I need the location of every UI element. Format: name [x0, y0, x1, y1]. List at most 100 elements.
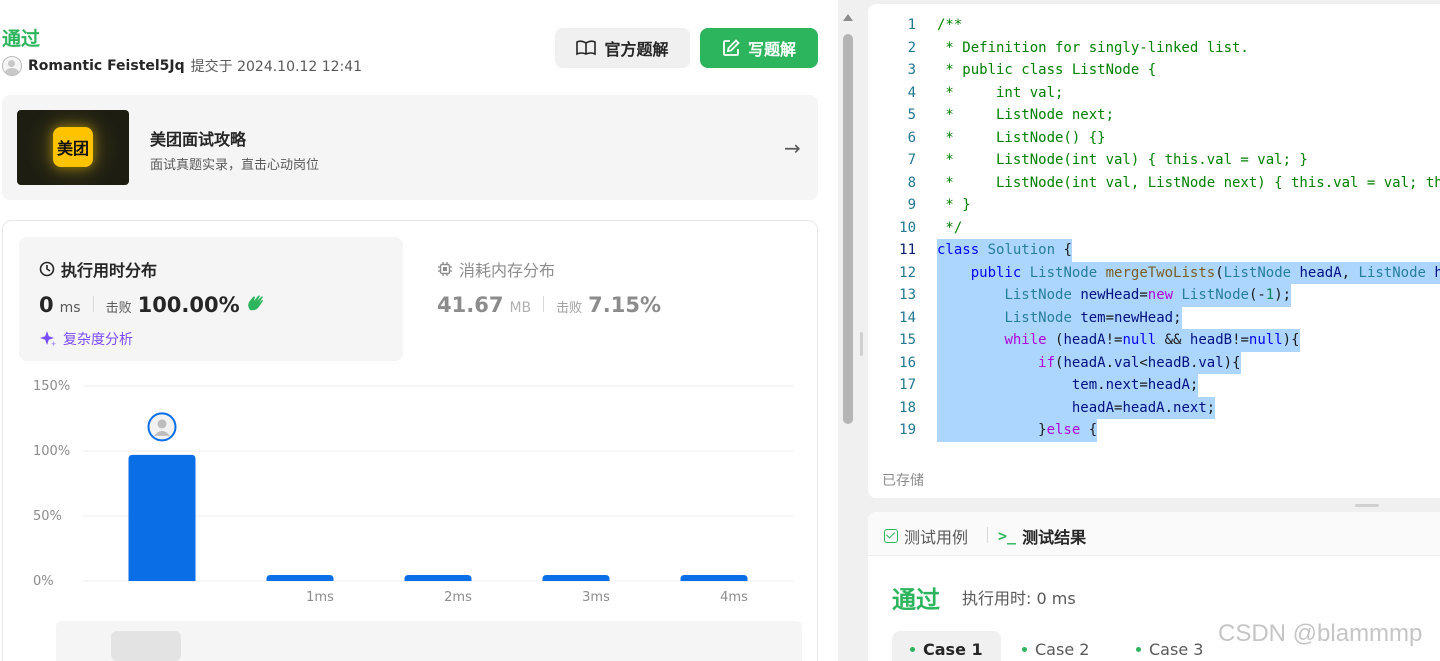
tab-divider	[987, 527, 988, 543]
code-text: }else {	[937, 419, 1098, 442]
code-line[interactable]: 1 /**	[868, 14, 1440, 37]
code-line[interactable]: 16 if(headA.val<headB.val){	[868, 351, 1440, 374]
code-line[interactable]: 18 headA=headA.next;	[868, 396, 1440, 419]
case-tab-1[interactable]: Case 1	[892, 631, 1001, 661]
submission-status: 通过	[2, 28, 41, 50]
scroll-up-arrow-icon[interactable]	[843, 14, 853, 21]
terminal-icon: >_	[998, 527, 1017, 545]
code-line[interactable]: 3 * public class ListNode {	[868, 59, 1440, 82]
divider	[543, 296, 545, 312]
submitter-info: Romantic Feistel5Jq 提交于 2024.10.12 12:41	[2, 56, 362, 76]
user-avatar[interactable]	[2, 56, 22, 76]
submission-panel: 通过 Romantic Feistel5Jq 提交于 2024.10.12 12…	[0, 0, 838, 661]
runtime-distribution-chart: 0% 50% 100% 150% 1ms 2ms 3ms 4ms	[23, 371, 803, 611]
bar	[542, 575, 610, 581]
line-number: 6	[907, 129, 916, 146]
line-number: 1	[907, 17, 916, 33]
checkbox-icon	[884, 529, 898, 543]
tab-test-results[interactable]: >_ 测试结果	[998, 524, 1086, 548]
code-editor[interactable]: 1 /** 2 * Definition for singly-linked lis…	[868, 14, 1440, 444]
performance-card: 执行用时分布 0 ms 击败 100.00% 复杂度分析 消耗内存分布 41.6…	[2, 220, 818, 661]
code-text: * ListNode next;	[937, 107, 1115, 123]
pass-dot-icon	[1022, 646, 1027, 652]
chip-icon	[438, 262, 452, 276]
runtime-title: 执行用时分布	[39, 257, 157, 281]
user-name[interactable]: Romantic Feistel5Jq	[28, 58, 185, 74]
code-line[interactable]: 13 ListNode newHead=new ListNode(-1);	[868, 284, 1440, 307]
case-tab-label: Case 2	[1035, 639, 1090, 659]
memory-title[interactable]: 消耗内存分布	[437, 257, 555, 281]
chart-svg: 0% 50% 100% 150% 1ms 2ms 3ms 4ms	[33, 379, 793, 605]
left-scrollbar[interactable]	[840, 0, 856, 661]
write-solution-button[interactable]: 写题解	[700, 28, 818, 68]
x-tick-label: 4ms	[720, 590, 748, 605]
line-number: 18	[899, 399, 916, 416]
line-number: 11	[899, 242, 916, 258]
code-text: * ListNode() {}	[937, 129, 1106, 146]
code-line[interactable]: 12 public ListNode mergeTwoLists(ListNod…	[868, 261, 1440, 284]
code-text: * int val;	[937, 84, 1064, 101]
code-line[interactable]: 7 * ListNode(int val) { this.val = val; …	[868, 149, 1440, 172]
code-line[interactable]: 4 * int val;	[868, 82, 1440, 105]
memory-value: 41.67	[437, 293, 504, 317]
book-icon	[576, 40, 597, 56]
runtime-values: 0 ms 击败 100.00%	[39, 293, 266, 317]
official-solution-label: 官方题解	[604, 40, 669, 59]
watermark: CSDN @blammmp	[1218, 620, 1423, 647]
code-line[interactable]: 19 }else {	[868, 419, 1440, 442]
line-number: 8	[907, 174, 916, 191]
code-line[interactable]: 10 */	[868, 217, 1440, 240]
code-text: tem.next=headA;	[937, 374, 1199, 397]
scroll-thumb[interactable]	[843, 34, 853, 424]
line-number: 12	[899, 264, 916, 281]
case-tab-label: Case 1	[923, 639, 983, 659]
placeholder-block	[111, 631, 181, 661]
promo-banner[interactable]: 美团 美团面试攻略 面试真题实录，直击心动岗位 →	[2, 95, 818, 200]
runtime-beat-value: 100.00%	[137, 293, 240, 317]
complexity-analysis-link[interactable]: 复杂度分析	[39, 329, 133, 349]
memory-values: 41.67 MB 击败 7.15%	[437, 293, 661, 317]
code-line[interactable]: 6 * ListNode() {}	[868, 127, 1440, 150]
code-line[interactable]: 14 ListNode tem=newHead;	[868, 306, 1440, 329]
code-line[interactable]: 11 class Solution {	[868, 239, 1440, 262]
runtime-box[interactable]: 执行用时分布 0 ms 击败 100.00% 复杂度分析	[19, 237, 403, 361]
arrow-right-icon[interactable]: →	[784, 136, 801, 160]
case-tab-2[interactable]: Case 2	[1004, 631, 1107, 661]
official-solution-button[interactable]: 官方题解	[555, 28, 690, 68]
line-number: 14	[899, 309, 916, 326]
promo-image: 美团	[17, 110, 129, 185]
line-number: 10	[899, 219, 916, 236]
line-number: 13	[899, 287, 916, 303]
memory-beat-value: 7.15%	[588, 293, 661, 317]
meituan-logo: 美团	[53, 127, 93, 167]
code-text: * public class ListNode {	[937, 62, 1157, 78]
line-number: 2	[907, 39, 916, 56]
tab-test-cases[interactable]: 测试用例	[884, 524, 968, 548]
y-tick-label: 100%	[33, 444, 70, 459]
case-tab-3[interactable]: Case 3	[1118, 631, 1221, 661]
x-tick-label: 1ms	[306, 590, 334, 605]
code-line[interactable]: 8 * ListNode(int val, ListNode next) { t…	[868, 172, 1440, 195]
runtime-unit: ms	[59, 300, 81, 316]
code-text: ListNode tem=newHead;	[937, 306, 1182, 329]
code-line[interactable]: 15 while (headA!=null && headB!=null){	[868, 329, 1440, 352]
memory-beat-label: 击败	[556, 301, 583, 316]
vertical-resize-handle[interactable]	[860, 332, 863, 356]
result-status: 通过	[892, 586, 940, 614]
code-line[interactable]: 2 * Definition for singly-linked list.	[868, 37, 1440, 60]
promo-subtitle: 面试真题实录，直击心动岗位	[150, 158, 320, 173]
y-tick-label: 50%	[33, 509, 62, 524]
result-runtime: 执行用时: 0 ms	[962, 589, 1076, 608]
horizontal-resize-handle[interactable]	[1355, 504, 1379, 507]
code-line[interactable]: 17 tem.next=headA;	[868, 374, 1440, 397]
line-number: 7	[907, 152, 916, 168]
code-line[interactable]: 9 * }	[868, 194, 1440, 217]
memory-unit: MB	[509, 300, 532, 316]
line-number: 16	[899, 354, 916, 371]
line-number: 15	[899, 332, 916, 348]
sparkle-icon	[40, 331, 56, 347]
code-line[interactable]: 5 * ListNode next;	[868, 104, 1440, 127]
app-root: 通过 Romantic Feistel5Jq 提交于 2024.10.12 12…	[0, 0, 1440, 661]
code-text: * Definition for singly-linked list.	[937, 39, 1249, 56]
saved-status: 已存储	[882, 473, 924, 489]
